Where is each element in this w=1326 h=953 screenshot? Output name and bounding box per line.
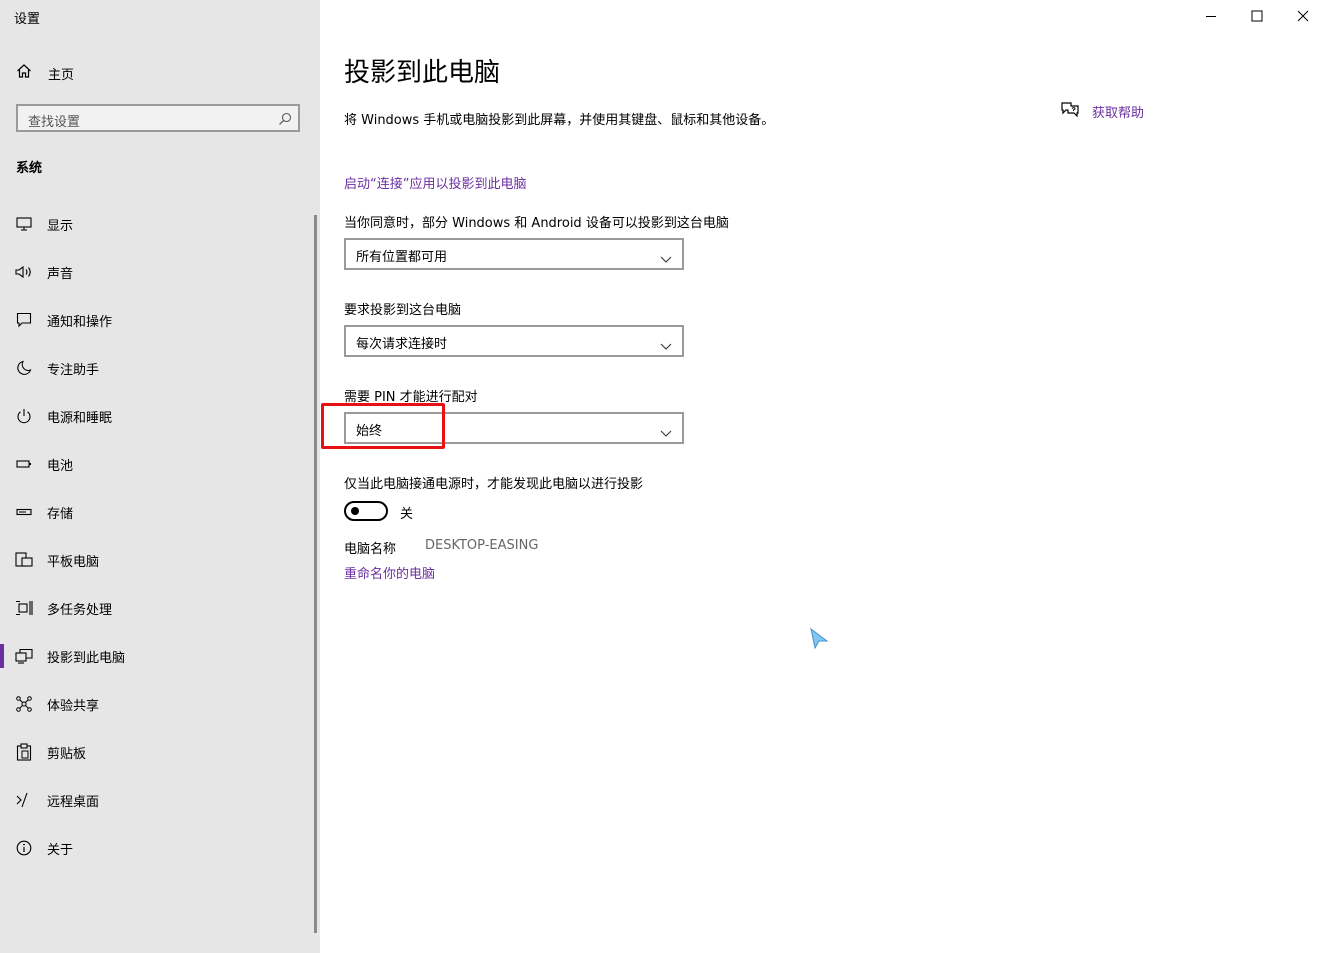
chevron-down-icon (660, 423, 672, 437)
sidebar-item-label: 平板电脑 (47, 554, 100, 570)
availability-dropdown[interactable]: 所有位置都可用 (344, 238, 684, 270)
sidebar-item-tablet[interactable]: 平板电脑 (0, 540, 316, 580)
info-icon (15, 839, 33, 857)
chevron-down-icon (660, 336, 672, 350)
sidebar-item-multitasking[interactable]: 多任务处理 (0, 588, 316, 628)
sidebar-item-label: 显示 (47, 218, 74, 234)
share-icon (15, 695, 33, 713)
sidebar-item-label: 体验共享 (47, 698, 100, 714)
get-help-label: 获取帮助 (1092, 105, 1145, 121)
minimize-icon (1205, 7, 1217, 26)
sidebar-item-clipboard[interactable]: 剪贴板 (0, 732, 316, 772)
sidebar-item-project[interactable]: 投影到此电脑 (0, 636, 316, 676)
search-placeholder: 查找设置 (28, 115, 81, 130)
availability-label: 当你同意时，部分 Windows 和 Android 设备可以投影到这台电脑 (344, 216, 729, 231)
sidebar-item-label: 专注助手 (47, 362, 100, 378)
sidebar-scrollbar[interactable] (314, 215, 317, 933)
toggle-state-label: 关 (400, 507, 414, 522)
sidebar-item-sound[interactable]: 声音 (0, 252, 316, 292)
search-icon[interactable] (278, 111, 292, 125)
search-input[interactable]: 查找设置 (16, 104, 300, 132)
page-description: 将 Windows 手机或电脑投影到此屏幕，并使用其键盘、鼠标和其他设备。 (344, 113, 775, 128)
request-label: 要求投影到这台电脑 (344, 303, 462, 318)
minimize-button[interactable] (1188, 0, 1234, 32)
home-button[interactable]: 主页 (16, 62, 74, 84)
toggle-knob (351, 507, 359, 515)
notification-icon (15, 311, 33, 329)
request-value: 每次请求连接时 (356, 337, 448, 352)
sidebar-item-label: 电池 (47, 458, 74, 474)
sidebar-item-about[interactable]: 关于 (0, 828, 316, 868)
sidebar-item-storage[interactable]: 存储 (0, 492, 316, 532)
storage-icon (15, 503, 33, 521)
rename-pc-link[interactable]: 重命名你的电脑 (344, 563, 435, 582)
sidebar-item-shared-experiences[interactable]: 体验共享 (0, 684, 316, 724)
tablet-icon (15, 551, 33, 569)
battery-icon (15, 455, 33, 473)
monitor-icon (15, 215, 33, 233)
chat-help-icon (1060, 101, 1080, 121)
multitask-icon (15, 599, 33, 617)
maximize-button[interactable] (1234, 0, 1280, 32)
power-only-label: 仅当此电脑接通电源时，才能发现此电脑以进行投影 (344, 477, 644, 492)
home-icon (16, 63, 32, 83)
sidebar-item-label: 电源和睡眠 (47, 410, 113, 426)
app-title: 设置 (14, 12, 41, 27)
sidebar-item-display[interactable]: 显示 (0, 204, 316, 244)
request-dropdown[interactable]: 每次请求连接时 (344, 325, 684, 357)
page-title: 投影到此电脑 (344, 58, 501, 88)
close-button[interactable] (1280, 0, 1326, 32)
get-help-link[interactable]: 获取帮助 (1060, 101, 1144, 121)
sidebar-item-label: 剪贴板 (47, 746, 87, 762)
clipboard-icon (15, 743, 33, 761)
sidebar-item-battery[interactable]: 电池 (0, 444, 316, 484)
maximize-icon (1251, 7, 1263, 26)
highlight-box (321, 403, 445, 449)
launch-connect-link[interactable]: 启动“连接”应用以投影到此电脑 (344, 173, 526, 192)
sidebar-item-label: 通知和操作 (47, 314, 113, 330)
pc-name-label: 电脑名称 (344, 542, 397, 557)
moon-icon (15, 359, 33, 377)
sidebar-item-label: 投影到此电脑 (47, 650, 126, 666)
sidebar-item-power[interactable]: 电源和睡眠 (0, 396, 316, 436)
sidebar-item-label: 多任务处理 (47, 602, 113, 618)
sidebar-item-remote-desktop[interactable]: 远程桌面 (0, 780, 316, 820)
power-only-toggle[interactable] (344, 501, 388, 521)
sidebar-item-focus-assist[interactable]: 专注助手 (0, 348, 316, 388)
availability-value: 所有位置都可用 (356, 250, 448, 265)
pc-name-value: DESKTOP-EASING (425, 538, 539, 553)
sidebar-item-label: 声音 (47, 266, 74, 282)
sidebar-item-label: 远程桌面 (47, 794, 100, 810)
section-title: 系统 (16, 161, 43, 176)
cursor-icon (808, 627, 830, 655)
sidebar-item-label: 存储 (47, 506, 74, 522)
close-icon (1297, 7, 1309, 26)
project-icon (15, 647, 33, 665)
sidebar-item-notifications[interactable]: 通知和操作 (0, 300, 316, 340)
power-icon (15, 407, 33, 425)
chevron-down-icon (660, 249, 672, 263)
home-label: 主页 (48, 67, 75, 83)
sidebar-item-label: 关于 (47, 842, 74, 858)
speaker-icon (15, 263, 33, 281)
remote-desktop-icon (15, 791, 33, 809)
